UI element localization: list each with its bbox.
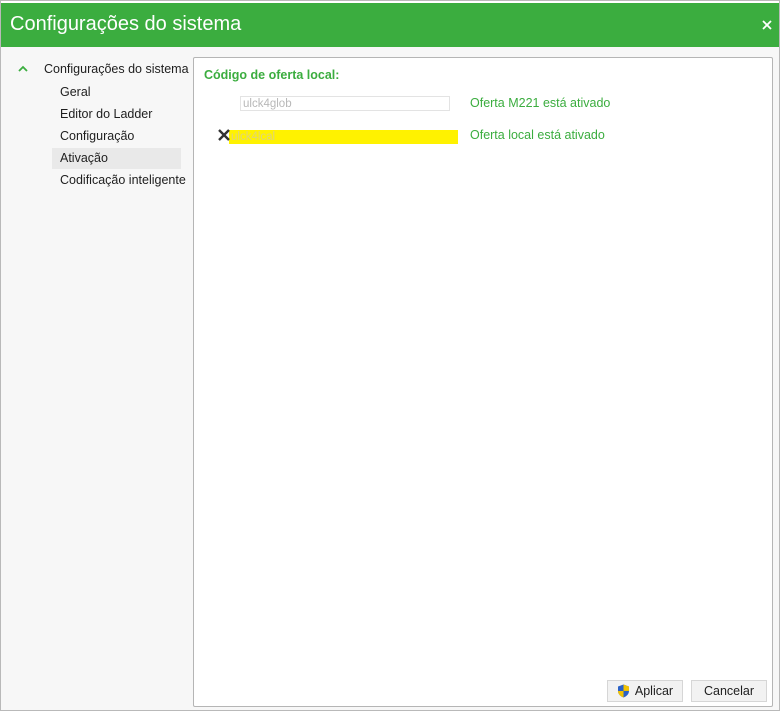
- tree-item-geral[interactable]: Geral: [52, 82, 181, 103]
- dialog-title: Configurações do sistema: [10, 13, 242, 35]
- section-title: Código de oferta local:: [204, 68, 340, 82]
- apply-button-label: Aplicar: [634, 684, 674, 698]
- apply-button[interactable]: Aplicar: [607, 680, 683, 702]
- tree-item-editor-ladder[interactable]: Editor do Ladder: [52, 104, 181, 125]
- cancel-button[interactable]: Cancelar: [691, 680, 767, 702]
- chevron-up-icon[interactable]: [17, 63, 29, 75]
- system-settings-dialog: Configurações do sistema Configurações d…: [0, 0, 780, 711]
- activation-panel: Código de oferta local: Oferta M221 está…: [193, 57, 773, 707]
- tree-item-configuracao[interactable]: Configuração: [52, 126, 181, 147]
- offer-status-m221: Oferta M221 está ativado: [470, 96, 611, 110]
- title-bar: Configurações do sistema: [1, 3, 779, 47]
- tree-root-label: Configurações do sistema: [44, 62, 189, 76]
- cancel-button-label: Cancelar: [703, 684, 755, 698]
- tree-root-system-settings[interactable]: Configurações do sistema: [17, 59, 189, 79]
- close-button[interactable]: [757, 15, 777, 35]
- offer-code-input-local[interactable]: [229, 130, 458, 144]
- offer-status-local: Oferta local está ativado: [470, 128, 605, 142]
- remove-x-icon[interactable]: [217, 128, 231, 142]
- offer-code-input-m221[interactable]: [240, 96, 450, 111]
- tree-item-codificacao-inteligente[interactable]: Codificação inteligente: [52, 170, 186, 191]
- close-icon: [762, 20, 772, 30]
- uac-shield-icon: [617, 684, 629, 698]
- tree-item-ativacao[interactable]: Ativação: [52, 148, 181, 169]
